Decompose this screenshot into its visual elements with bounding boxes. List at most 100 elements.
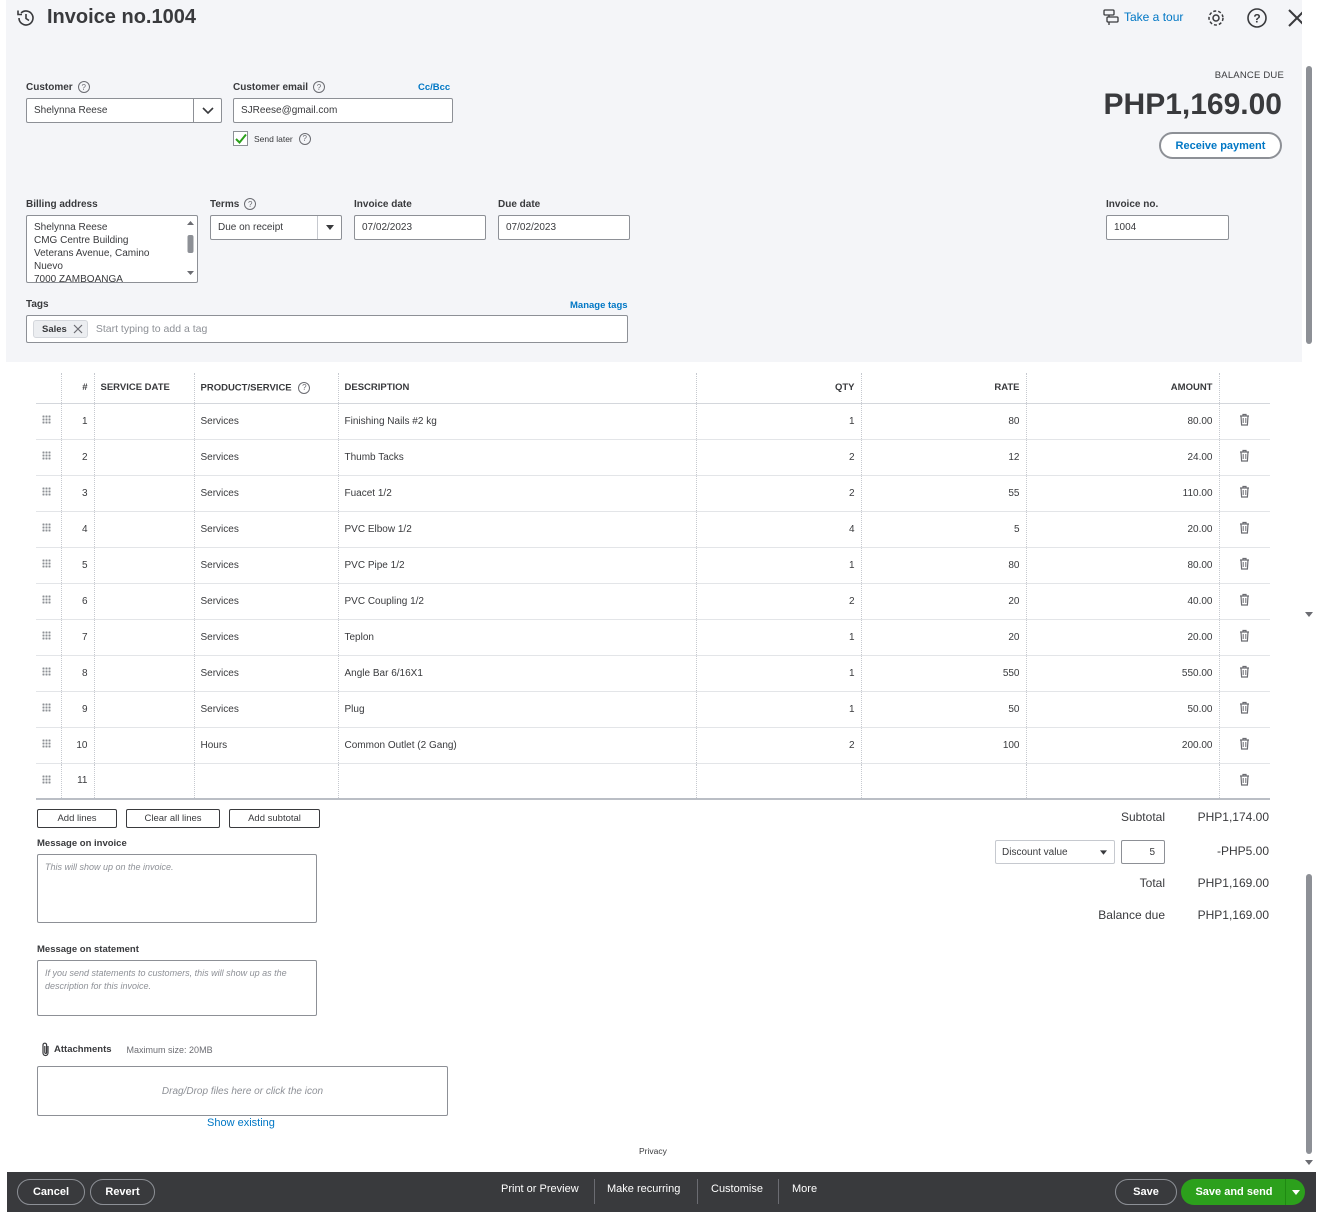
rate-cell[interactable]: 80 xyxy=(860,403,1026,440)
amount-cell[interactable]: 80.00 xyxy=(1025,403,1219,440)
take-tour-link[interactable]: Take a tour xyxy=(1102,8,1183,26)
due-date-field[interactable]: 07/02/2023 xyxy=(498,215,630,240)
description-cell[interactable] xyxy=(337,763,696,800)
product-service-cell[interactable]: Services xyxy=(193,691,338,728)
save-and-send-button[interactable]: Save and send xyxy=(1181,1179,1305,1205)
qty-cell[interactable]: 1 xyxy=(695,403,861,440)
drag-handle-icon[interactable] xyxy=(36,403,61,440)
amount-cell[interactable]: 80.00 xyxy=(1025,547,1219,584)
terms-dropdown-button[interactable] xyxy=(317,216,341,239)
add-lines-button[interactable]: Add lines xyxy=(37,809,117,828)
show-existing-link[interactable]: Show existing xyxy=(207,1117,275,1129)
description-cell[interactable]: PVC Coupling 1/2 xyxy=(337,583,696,620)
drag-handle-icon[interactable] xyxy=(42,451,51,460)
help-icon[interactable]: ? xyxy=(77,81,90,93)
rate-cell[interactable]: 50 xyxy=(860,691,1026,728)
qty-cell[interactable]: 2 xyxy=(695,727,861,764)
trash-icon[interactable] xyxy=(1239,557,1250,573)
scroll-down-arrow-icon[interactable] xyxy=(1305,1160,1313,1166)
drag-handle-icon[interactable] xyxy=(42,415,51,424)
settings-gear-icon[interactable] xyxy=(1205,7,1227,29)
table-row[interactable]: 1 Services Finishing Nails #2 kg 1 80 80.00 xyxy=(36,403,1270,440)
rate-cell[interactable]: 5 xyxy=(860,511,1026,548)
product-service-cell[interactable]: Services xyxy=(193,403,338,440)
manage-tags-link[interactable]: Manage tags xyxy=(570,300,628,311)
drag-handle-icon[interactable] xyxy=(42,487,51,496)
help-icon[interactable]: ? xyxy=(244,198,257,210)
discount-value-input[interactable]: 5 xyxy=(1121,840,1165,864)
add-subtotal-button[interactable]: Add subtotal xyxy=(229,809,320,828)
drag-handle-icon[interactable] xyxy=(42,703,51,712)
billing-scrollbar[interactable] xyxy=(186,219,195,279)
drag-handle-icon[interactable] xyxy=(42,559,51,568)
cancel-button[interactable]: Cancel xyxy=(17,1179,85,1205)
service-date-cell[interactable] xyxy=(93,475,194,512)
product-service-cell[interactable]: Services xyxy=(193,655,338,692)
qty-cell[interactable]: 1 xyxy=(695,619,861,656)
scrollbar-thumb-lower[interactable] xyxy=(1306,874,1312,1154)
qty-cell[interactable]: 1 xyxy=(695,655,861,692)
drag-handle-icon[interactable] xyxy=(36,583,61,620)
trash-icon[interactable] xyxy=(1239,593,1250,609)
help-icon[interactable]: ? xyxy=(1246,7,1268,29)
amount-cell[interactable]: 24.00 xyxy=(1025,439,1219,476)
page-scrollbar[interactable] xyxy=(1302,0,1316,1172)
trash-icon[interactable] xyxy=(1239,665,1250,681)
customer-select[interactable]: Shelynna Reese xyxy=(26,98,222,123)
qty-cell[interactable]: 1 xyxy=(695,547,861,584)
amount-cell[interactable]: 20.00 xyxy=(1025,511,1219,548)
drag-handle-icon[interactable] xyxy=(36,691,61,728)
product-service-cell[interactable]: Services xyxy=(193,619,338,656)
amount-cell[interactable]: 110.00 xyxy=(1025,475,1219,512)
send-later-checkbox[interactable] xyxy=(233,131,248,146)
trash-icon[interactable] xyxy=(1239,701,1250,717)
trash-icon[interactable] xyxy=(1239,629,1250,645)
service-date-cell[interactable] xyxy=(93,763,194,800)
service-date-cell[interactable] xyxy=(93,547,194,584)
help-icon[interactable]: ? xyxy=(298,132,311,145)
trash-icon[interactable] xyxy=(1239,737,1250,753)
drag-handle-icon[interactable] xyxy=(36,763,61,800)
table-row[interactable]: 8 Services Angle Bar 6/16X1 1 550 550.00 xyxy=(36,655,1270,692)
trash-icon[interactable] xyxy=(1239,773,1250,789)
qty-cell[interactable]: 1 xyxy=(695,691,861,728)
amount-cell[interactable]: 20.00 xyxy=(1025,619,1219,656)
history-icon[interactable] xyxy=(15,7,37,29)
trash-icon[interactable] xyxy=(1239,521,1250,537)
amount-cell[interactable]: 50.00 xyxy=(1025,691,1219,728)
make-recurring-link[interactable]: Make recurring xyxy=(607,1183,680,1195)
description-cell[interactable]: PVC Elbow 1/2 xyxy=(337,511,696,548)
save-button[interactable]: Save xyxy=(1115,1179,1177,1205)
drag-handle-icon[interactable] xyxy=(42,631,51,640)
table-row[interactable]: 7 Services Teplon 1 20 20.00 xyxy=(36,619,1270,656)
attachments-dropzone[interactable]: Drag/Drop files here or click the icon xyxy=(37,1066,448,1116)
service-date-cell[interactable] xyxy=(93,403,194,440)
table-row[interactable]: 11 xyxy=(36,763,1270,800)
product-service-cell[interactable]: Services xyxy=(193,439,338,476)
description-cell[interactable]: Angle Bar 6/16X1 xyxy=(337,655,696,692)
rate-cell[interactable]: 550 xyxy=(860,655,1026,692)
drag-handle-icon[interactable] xyxy=(42,595,51,604)
table-row[interactable]: 4 Services PVC Elbow 1/2 4 5 20.00 xyxy=(36,511,1270,548)
customer-dropdown-button[interactable] xyxy=(193,99,221,122)
table-row[interactable]: 2 Services Thumb Tacks 2 12 24.00 xyxy=(36,439,1270,476)
invoice-date-field[interactable]: 07/02/2023 xyxy=(354,215,486,240)
trash-icon[interactable] xyxy=(1239,449,1250,465)
service-date-cell[interactable] xyxy=(93,511,194,548)
qty-cell[interactable]: 2 xyxy=(695,439,861,476)
remove-tag-icon[interactable] xyxy=(73,324,83,334)
product-service-cell[interactable]: Services xyxy=(193,547,338,584)
receive-payment-button[interactable]: Receive payment xyxy=(1159,132,1282,159)
table-row[interactable]: 5 Services PVC Pipe 1/2 1 80 80.00 xyxy=(36,547,1270,584)
service-date-cell[interactable] xyxy=(93,619,194,656)
drag-handle-icon[interactable] xyxy=(42,523,51,532)
amount-cell[interactable]: 200.00 xyxy=(1025,727,1219,764)
qty-cell[interactable]: 4 xyxy=(695,511,861,548)
drag-handle-icon[interactable] xyxy=(42,739,51,748)
drag-handle-icon[interactable] xyxy=(36,619,61,656)
privacy-link[interactable]: Privacy xyxy=(639,1146,667,1156)
discount-type-select[interactable]: Discount value xyxy=(995,840,1115,864)
drag-handle-icon[interactable] xyxy=(36,511,61,548)
service-date-cell[interactable] xyxy=(93,691,194,728)
trash-icon[interactable] xyxy=(1239,485,1250,501)
